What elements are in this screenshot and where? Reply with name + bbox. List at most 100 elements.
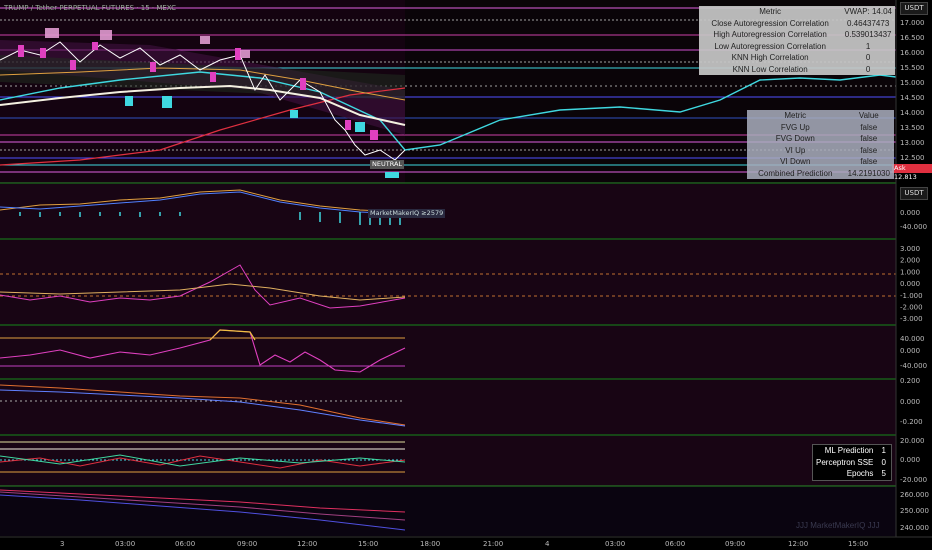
table-header-row: Metric Value [747,110,894,122]
row-value: 0.46437473 [847,18,890,28]
row-metric: FVG Down [775,134,815,143]
osc4-tick-label: -0.200 [900,418,923,426]
row-metric: Epochs [846,469,874,478]
row-metric: VI Up [785,145,806,155]
row-metric: FVG Up [780,122,810,132]
row-metric: Low Autoregression Correlation [714,41,826,51]
price-tick-label: 12.500 [900,154,925,162]
osc5-tick-label: 0.000 [900,456,920,464]
osc3-tick-label: 40.000 [900,335,925,343]
neutral-tag: NEUTRAL [370,160,405,169]
row-metric: High Autoregression Correlation [713,30,827,39]
price-tick-label: 16.500 [900,34,925,42]
price-tick-label: 15.000 [900,79,925,87]
osc2-tick-label: 2.000 [900,257,920,265]
osc3-tick-label: -40.000 [900,362,927,370]
chart-canvas[interactable]: 17.000 16.500 16.000 15.500 15.000 14.500 14.0… [0,0,932,550]
osc2-tick-label: 1.000 [900,268,920,276]
oscillator-pane-6[interactable] [0,487,896,536]
row-value: 0.539013437 [844,30,892,39]
osc6-tick-label: 260.000 [900,491,929,499]
oscillator-2-axis: 3.000 2.000 1.000 0.000 -1.000 -2.000 -3.000 [900,245,923,323]
osc2-tick-label: 3.000 [900,245,920,253]
price-tick-label: 16.000 [900,49,925,57]
row-value: 14.2191030 [847,168,890,178]
oscillator-6-axis: 260.000 250.000 240.000 [900,491,929,532]
time-tick-label: 06:00 [665,540,685,548]
oscillator-pane-1[interactable] [0,184,896,238]
row-metric: Combined Prediction [758,168,833,178]
time-tick-label: 12:00 [297,540,317,548]
osc5-tick-label: -20.000 [900,476,927,484]
table-row: Perceptron SSE 0 [813,457,891,469]
indicator-tag: MarketMakerIQ ≥2579 [368,209,446,218]
osc2-tick-label: -1.000 [900,292,923,300]
oscillator-pane-3[interactable] [0,326,896,378]
osc4-tick-label: 0.000 [900,398,920,406]
table-row: Close Autoregression Correlation 0.464374… [699,18,895,30]
row-value: 5 [881,469,886,478]
osc1-tick-label: -40.000 [900,223,927,231]
table-row: KNN Low Correlation 0 [699,64,895,76]
time-tick-label: 15:00 [848,540,868,548]
ml-prediction-table: ML Prediction 1 Perceptron SSE 0 Epochs 5 [812,444,892,481]
row-value: 1 [865,41,871,51]
row-value: 0 [865,53,871,62]
row-value: false [860,134,878,143]
price-tick-label: 15.500 [900,64,925,72]
time-tick-label: 4 [545,540,550,548]
price-tick-label: 13.000 [900,139,925,147]
time-tick-label: 18:00 [420,540,440,548]
osc2-tick-label: 0.000 [900,280,920,288]
price-tick-label: 13.500 [900,124,925,132]
osc1-tick-label: 0.000 [900,209,920,217]
osc3-tick-label: 0.000 [900,347,920,355]
oscillator-pane-5[interactable] [0,436,896,486]
table-header-row: Metric VWAP: 14.04 [699,6,895,18]
row-metric: Close Autoregression Correlation [711,18,829,28]
currency-label[interactable]: USDT [900,2,928,15]
ask-price-tag: Ask 12.813 [892,164,932,181]
time-tick-label: 09:00 [237,540,257,548]
row-metric: VI Down [780,157,811,166]
osc6-tick-label: 250.000 [900,507,929,515]
osc5-tick-label: 20.000 [900,437,925,445]
header-metric: Metric [759,7,782,16]
table-row: Low Autoregression Correlation 1 [699,41,895,53]
row-metric: Perceptron SSE [816,457,874,467]
time-tick-label: 15:00 [358,540,378,548]
oscillator-pane-4[interactable] [0,380,896,434]
time-tick-label: 06:00 [175,540,195,548]
header-metric: Metric [784,111,807,120]
row-value: false [860,122,878,132]
price-tick-label: 17.000 [900,19,925,27]
time-tick-label: 3 [60,540,64,548]
osc2-tick-label: -2.000 [900,304,923,312]
header-value: Value [858,111,879,120]
row-metric: ML Prediction [824,446,874,455]
table-row: VI Up false [747,145,894,157]
oscillator-pane-2[interactable] [0,240,896,324]
row-metric: KNN Low Correlation [732,64,808,74]
row-metric: KNN High Correlation [731,53,809,62]
table-row: FVG Up false [747,122,894,134]
table-row: Combined Prediction 14.2191030 [747,168,894,180]
time-tick-label: 03:00 [115,540,135,548]
row-value: 0 [865,64,871,74]
price-tick-label: 14.000 [900,109,925,117]
osc6-tick-label: 240.000 [900,524,929,532]
time-tick-label: 03:00 [605,540,625,548]
time-tick-label: 12:00 [788,540,808,548]
table-row: Epochs 5 [813,468,891,480]
table-row: FVG Down false [747,133,894,145]
osc4-tick-label: 0.200 [900,377,920,385]
row-value: false [860,145,878,155]
time-tick-label: 21:00 [483,540,503,548]
price-tick-label: 14.500 [900,94,925,102]
oscillator-1-currency-label[interactable]: USDT [900,187,928,200]
fvg-metrics-table: Metric Value FVG Up false FVG Down false V… [747,110,894,179]
osc2-tick-label: -3.000 [900,315,923,323]
row-value: 1 [881,446,886,455]
row-value: false [860,157,878,166]
time-tick-label: 09:00 [725,540,745,548]
